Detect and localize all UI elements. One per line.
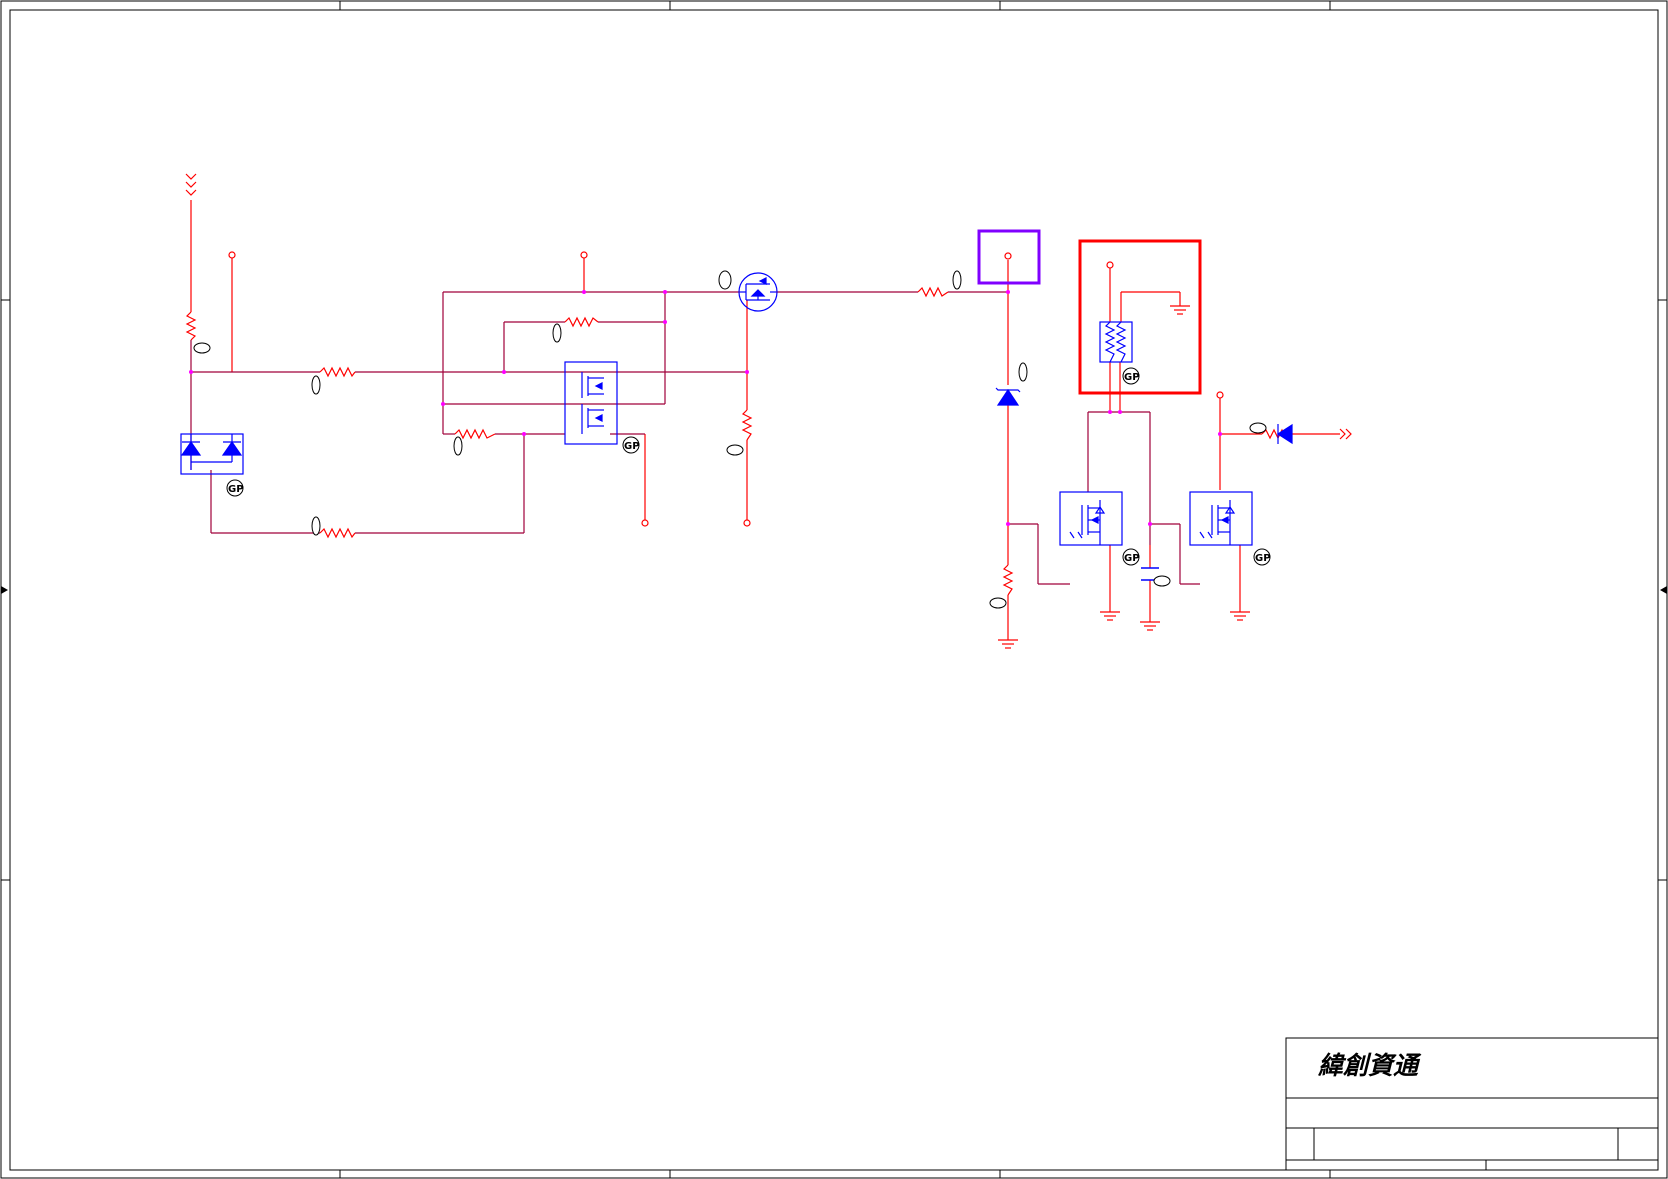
center-arrow-right xyxy=(1660,586,1667,594)
resistor-r6 xyxy=(741,409,753,441)
offpage-connector-right xyxy=(1339,428,1352,440)
dual-diode-array xyxy=(180,433,244,475)
center-arrow-left xyxy=(1,586,8,594)
gp-badge-1: GP xyxy=(226,479,244,497)
resistor-r2 xyxy=(319,366,356,378)
gp-badge-label: GP xyxy=(1124,372,1140,383)
resistor-r7 xyxy=(917,286,949,298)
resistor-r4 xyxy=(454,428,496,440)
n-mosfet-q3 xyxy=(1059,491,1123,546)
ground-symbol-2 xyxy=(1100,611,1120,621)
wires-red xyxy=(190,200,1340,640)
gp-badge-4: GP xyxy=(1122,548,1140,566)
gp-badge-5: GP xyxy=(1253,548,1271,566)
wires-maroon xyxy=(190,291,1200,585)
net-ports xyxy=(228,251,1224,527)
resistor-r1 xyxy=(185,311,197,341)
offpage-connector-left xyxy=(185,173,197,196)
ground-symbol-5 xyxy=(1170,305,1190,315)
junction-dots xyxy=(189,290,1222,526)
ground-symbol-4 xyxy=(1230,611,1250,621)
thermistor-pack xyxy=(1099,321,1133,363)
n-mosfet-q4 xyxy=(1189,491,1253,546)
p-mosfet-q2 xyxy=(738,272,778,312)
gp-badge-label: GP xyxy=(228,484,244,495)
ground-symbol-1 xyxy=(998,639,1018,649)
gp-badge-3: GP xyxy=(1122,367,1140,385)
resistor-r5 xyxy=(564,316,599,328)
resistor-r8 xyxy=(1002,564,1014,596)
highlight-box-red xyxy=(1078,239,1202,395)
sheet-frame xyxy=(0,0,1668,1179)
gp-badge-2: GP xyxy=(622,436,640,454)
gp-badge-label: GP xyxy=(1124,553,1140,564)
zener-diode-d1 xyxy=(995,387,1021,406)
ground-symbol-3 xyxy=(1140,621,1160,631)
schematic-sheet: 緯創資通 GP GP GP GP GP xyxy=(0,0,1668,1179)
gp-badge-label: GP xyxy=(624,441,640,452)
gp-badge-label: GP xyxy=(1255,553,1271,564)
dual-mosfet-q1 xyxy=(564,361,618,445)
resistor-r3 xyxy=(319,527,356,539)
company-name: 緯創資通 xyxy=(1317,1051,1422,1080)
diode-d2 xyxy=(1276,423,1293,445)
